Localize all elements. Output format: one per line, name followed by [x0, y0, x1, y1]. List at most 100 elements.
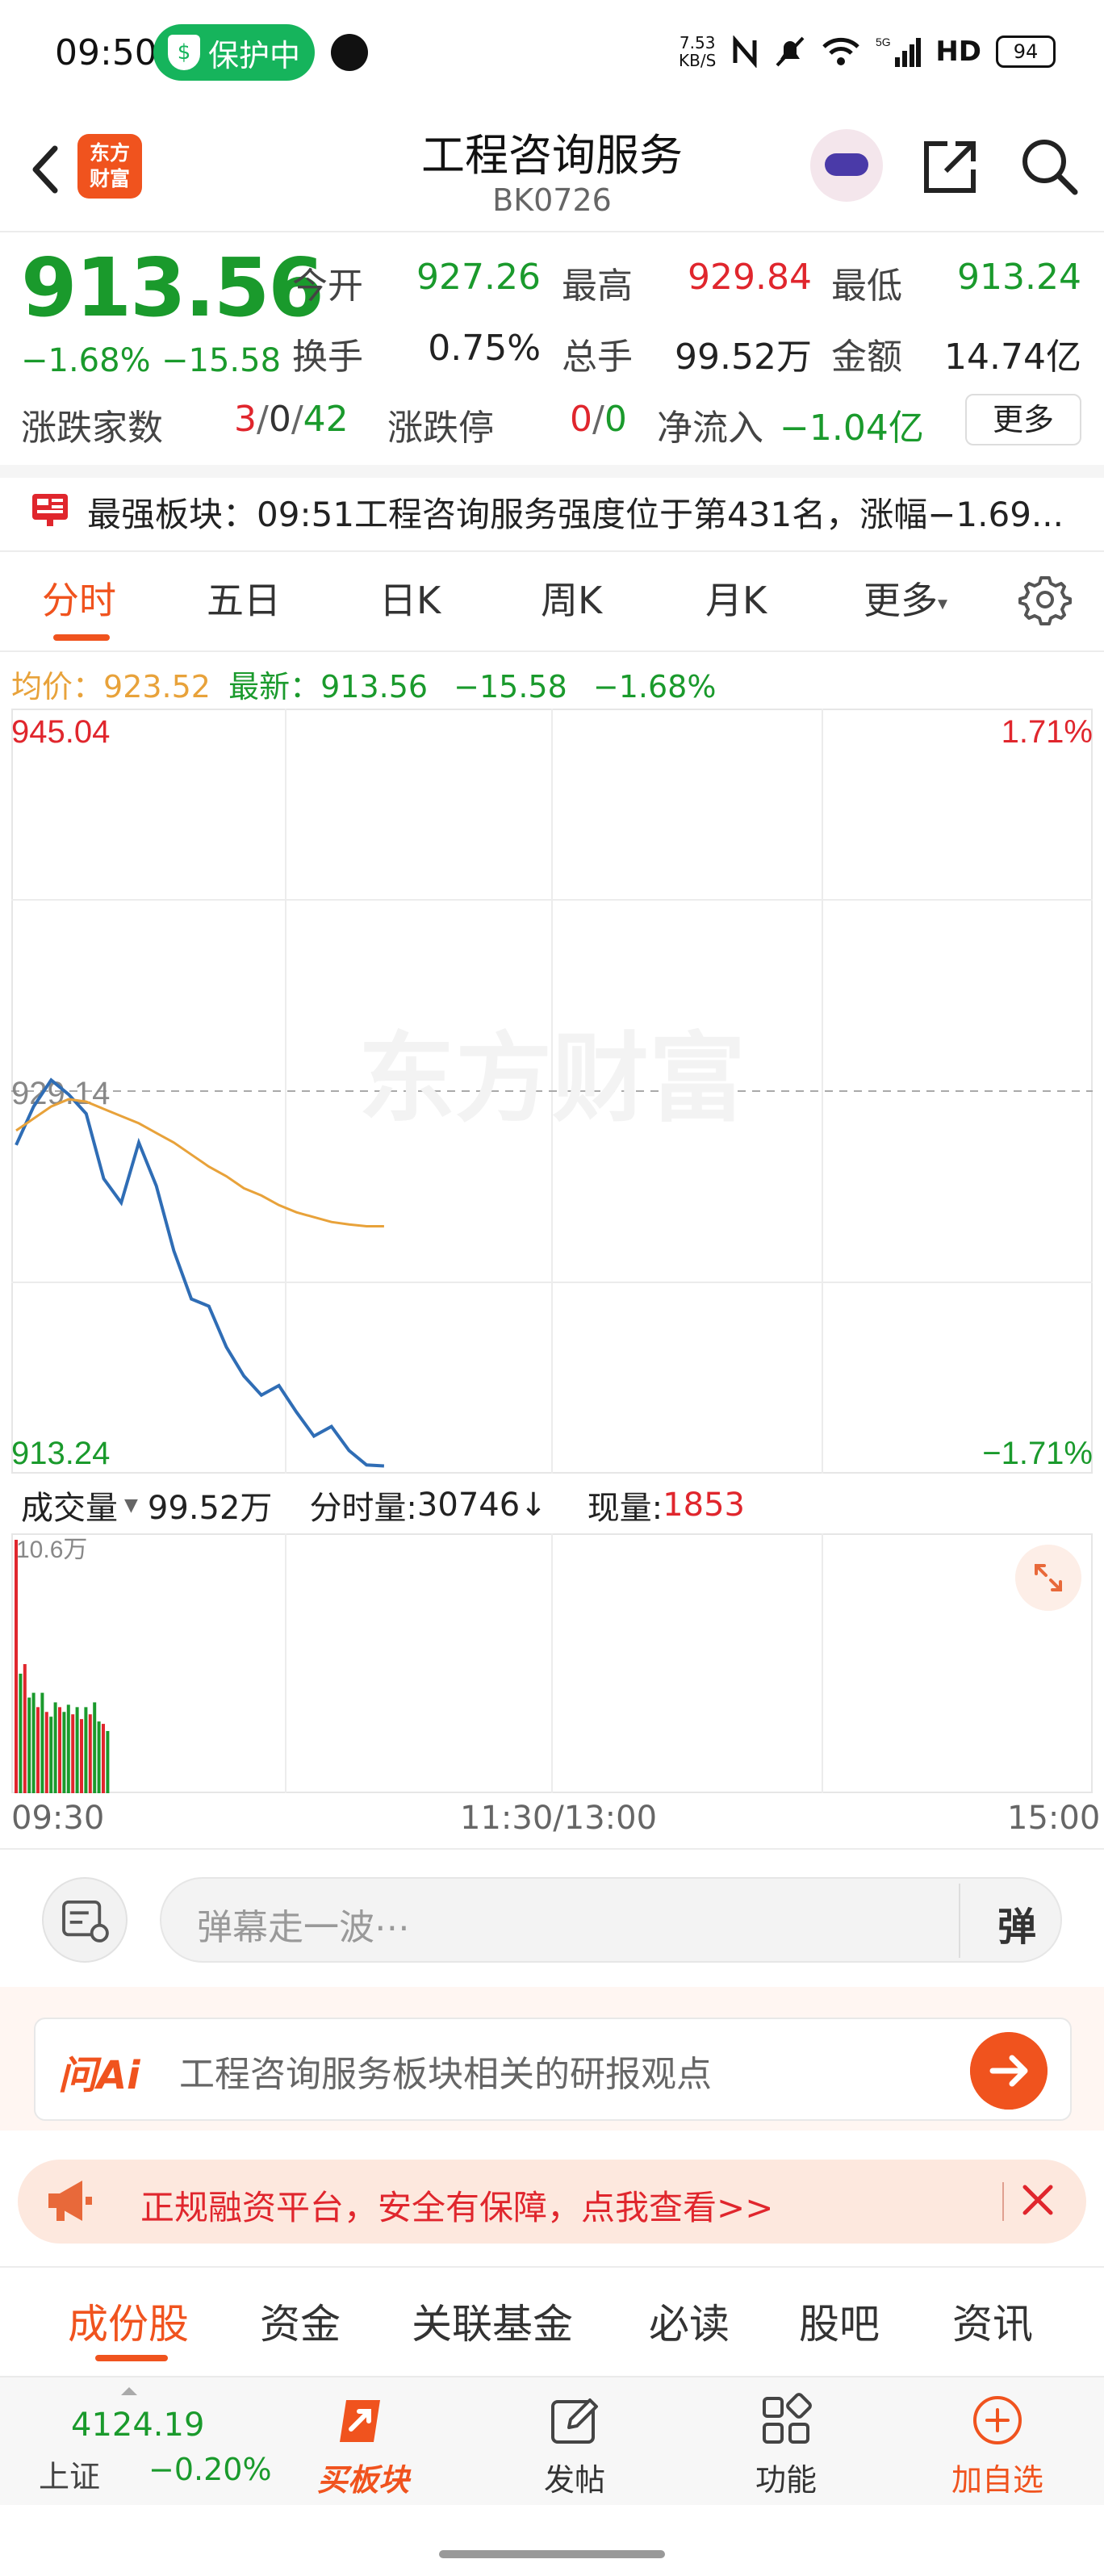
tick-volume-label: 分时量: [309, 1490, 417, 1527]
divider [959, 1884, 960, 1958]
current-price: 913.56 [21, 240, 324, 335]
nav-post[interactable]: 发帖 [494, 2392, 655, 2499]
active-tab-indicator [53, 634, 110, 641]
tab-constituents[interactable]: 成份股 [68, 2292, 189, 2350]
slash: / [592, 399, 604, 440]
wifi-icon [822, 37, 860, 65]
index-name: 上证 [39, 2459, 101, 2494]
intraday-price-chart[interactable]: 东方财富 945.04 1.71% 929.14 913.24 −1.71% [11, 709, 1093, 1474]
volume-bar [66, 1704, 70, 1793]
tab-monthly-k[interactable]: 月K [705, 571, 767, 625]
low-value: 913.24 [957, 257, 1081, 298]
limit-up: 0 [570, 399, 592, 440]
volume-total: 99.52万 [147, 1490, 273, 1527]
danmu-input[interactable]: 弹幕走一波⋯ [197, 1898, 410, 1950]
nfc-icon [733, 36, 757, 68]
promo-banner[interactable]: 正规融资平台，安全有保障，点我查看>> [18, 2160, 1086, 2244]
svg-text:5G: 5G [876, 36, 891, 48]
netflow-value: −1.04亿 [780, 408, 924, 449]
more-button[interactable]: 更多 [965, 394, 1081, 445]
volume-value: 99.52万 [675, 337, 812, 378]
volume-header: 成交量 ▼ 99.52万 分时量: 30746 ↓ 现量: 1853 [21, 1482, 745, 1528]
promo-text: 正规融资平台，安全有保障，点我查看>> [140, 2188, 774, 2227]
protect-badge[interactable]: $ 保护中 [153, 24, 315, 81]
tab-related-funds[interactable]: 关联基金 [412, 2292, 573, 2350]
nav-functions[interactable]: 功能 [705, 2392, 867, 2499]
chart-watermark: 东方财富 [358, 1025, 746, 1133]
now-volume-value: 1853 [663, 1487, 745, 1524]
tab-must-read[interactable]: 必读 [649, 2292, 730, 2350]
grid-apps-icon [763, 2393, 812, 2444]
robot-assistant-icon[interactable] [810, 129, 883, 202]
volume-bar [53, 1702, 57, 1793]
tab-forum[interactable]: 股吧 [799, 2292, 880, 2350]
strongest-board-banner[interactable]: 最强板块：09:51工程咨询服务强度位于第431名，涨幅−1.69... [87, 487, 1080, 537]
volume-bar [84, 1707, 88, 1793]
average-price-line [15, 1098, 384, 1227]
open-label: 今开 [292, 266, 363, 307]
bottom-pct-label: −1.71% [982, 1436, 1093, 1471]
plus-circle-icon [973, 2396, 1022, 2444]
gear-icon[interactable] [1018, 573, 1072, 626]
divider [0, 231, 1104, 232]
time-axis-midday: 11:30/13:00 [460, 1800, 658, 1837]
index-percent: −0.20% [148, 2452, 272, 2487]
volume-bar [58, 1707, 61, 1793]
cellular-signal-icon: 5G [876, 36, 922, 67]
tab-daily-k[interactable]: 日K [379, 571, 441, 625]
time-axis-open: 09:30 [11, 1800, 105, 1837]
volume-label: 总手 [562, 337, 633, 378]
divider [0, 2266, 1104, 2268]
low-label: 最低 [831, 266, 902, 307]
tab-intraday[interactable]: 分时 [42, 571, 116, 625]
tab-more-label: 更多 [864, 579, 938, 622]
slash: / [257, 399, 269, 440]
ai-research-entry[interactable]: 问Ai 工程咨询服务板块相关的研报观点 [34, 2018, 1072, 2121]
tab-more[interactable]: 更多▾ [864, 571, 947, 625]
caret-down-icon: ▼ [124, 1495, 138, 1516]
volume-bar [106, 1730, 110, 1793]
protect-label: 保护中 [208, 37, 301, 73]
notification-dot-icon [331, 34, 368, 71]
arrow-right-icon[interactable] [970, 2032, 1048, 2110]
tab-funds[interactable]: 资金 [260, 2292, 341, 2350]
ai-logo: 问Ai [58, 2053, 140, 2098]
amount-value: 14.74亿 [944, 337, 1081, 378]
tab-five-day[interactable]: 五日 [207, 571, 281, 625]
nav-buy-board[interactable]: 买板块 [282, 2392, 444, 2499]
open-value: 927.26 [416, 257, 541, 298]
volume-bar [75, 1707, 79, 1793]
danmu-input-box[interactable]: 弹幕走一波⋯ 弹 [160, 1877, 1062, 1963]
status-bar: 09:50 $ 保护中 7.53 KB/S 5G HD 94 [0, 0, 1104, 105]
nav-add-watchlist[interactable]: 加自选 [917, 2392, 1078, 2499]
volume-bar [71, 1714, 75, 1793]
expand-icon[interactable] [1015, 1545, 1081, 1611]
turnover-label: 换手 [292, 337, 363, 378]
now-volume-label: 现量: [587, 1490, 663, 1527]
volume-bar [88, 1714, 92, 1793]
danmu-toggle-button[interactable]: 弹 [997, 1895, 1036, 1951]
share-icon[interactable] [920, 137, 980, 197]
limit-counts: 0/0 [570, 399, 627, 440]
divider [0, 650, 1104, 652]
volume-bar [36, 1707, 40, 1793]
tick-volume-value: 30746 [416, 1487, 521, 1524]
divider [1002, 2182, 1004, 2221]
close-icon[interactable] [1017, 2179, 1059, 2221]
tab-weekly-k[interactable]: 周K [541, 571, 602, 625]
avg-value: 923.52 [103, 669, 211, 705]
note-settings-icon[interactable] [42, 1877, 128, 1963]
volume-bar [40, 1692, 44, 1793]
shield-icon: $ [168, 35, 200, 70]
status-time: 09:50 [55, 32, 157, 73]
active-tab-indicator [95, 2355, 168, 2361]
volume-selector[interactable]: 成交量 ▼ [21, 1482, 148, 1528]
breadth-up: 3 [234, 399, 257, 440]
search-icon[interactable] [1018, 136, 1080, 197]
tab-news[interactable]: 资讯 [952, 2292, 1033, 2350]
latest-value: 913.56 [320, 669, 429, 705]
volume-bar [102, 1724, 105, 1793]
volume-bar [15, 1540, 18, 1793]
high-label: 最高 [562, 266, 633, 307]
home-indicator[interactable] [439, 2550, 665, 2558]
